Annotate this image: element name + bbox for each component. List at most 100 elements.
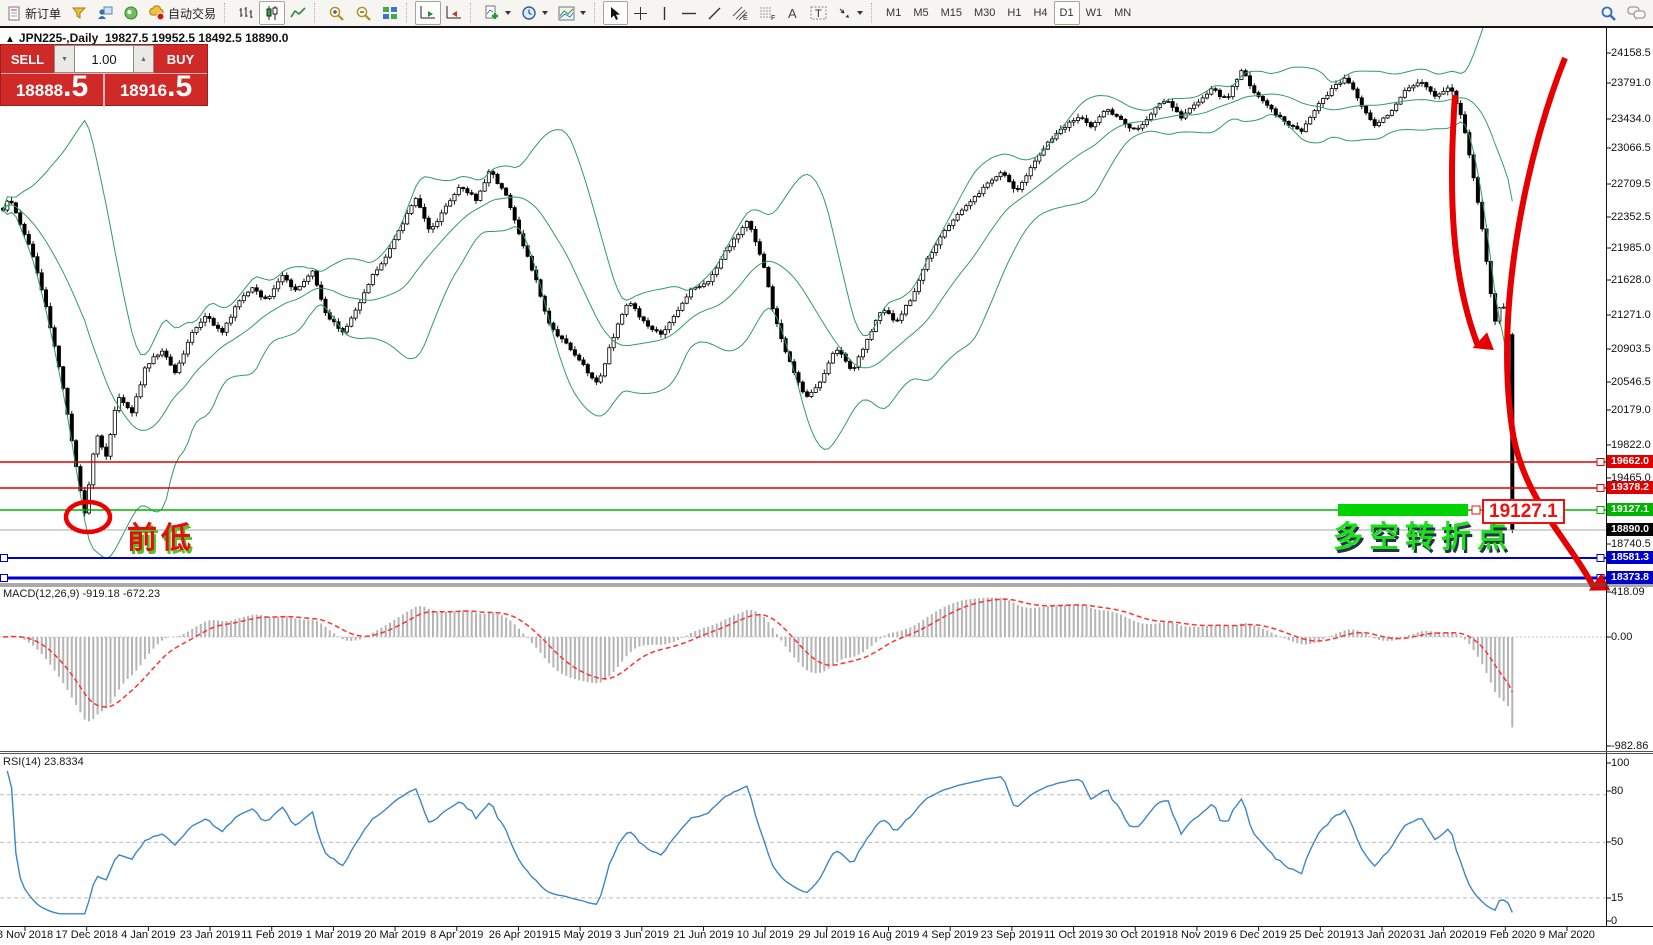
axis-tick-label: 21271.0 [1611,309,1651,321]
market-watch-button[interactable] [66,1,92,25]
zoom-out-button[interactable] [350,1,377,25]
new-order-button[interactable]: 新订单 [2,1,66,25]
tab-h1[interactable]: H1 [1001,1,1027,25]
axis-tick-label: 50 [1611,836,1623,848]
buy-price-fraction: .5 [167,74,192,100]
fibonacci-icon: F [759,5,776,21]
templates-button[interactable] [553,1,591,25]
candlestick-chart-button[interactable] [259,1,285,25]
auto-scroll-button[interactable] [415,1,441,25]
date-tick-label: 8 Apr 2019 [430,929,483,941]
axis-tick-label: 20179.0 [1611,404,1651,416]
cursor-tool-button[interactable] [603,1,628,25]
ohlc-values: 19827.5 19952.5 18492.5 18890.0 [105,31,289,45]
sell-price-main: 18888 [16,81,63,101]
bollinger-bands [3,28,1512,559]
search-icon [1600,5,1617,22]
text-label-tool-button[interactable]: T [805,1,832,25]
volume-decrease-button[interactable]: ▼ [54,45,75,73]
tab-m5[interactable]: M5 [907,1,934,25]
macd-histogram [3,598,1512,728]
date-tick-label: 9 Mar 2020 [1539,929,1595,941]
equidistant-channel-icon: E [732,5,749,21]
tab-d1[interactable]: D1 [1054,1,1080,25]
line-chart-button[interactable] [285,1,311,25]
date-tick-label: 11 Oct 2019 [1044,929,1103,941]
volume-increase-button[interactable]: ▲ [133,45,154,73]
zoom-in-icon [328,5,345,22]
volume-input[interactable]: 1.00 [75,45,133,73]
new-order-icon [7,6,22,21]
periods-caret [542,11,548,15]
buy-button[interactable]: BUY [154,45,207,73]
chat-button[interactable] [1622,1,1651,25]
macd-signal-line [3,599,1512,707]
main-toolbar: 新订单 自动交易 [0,0,1653,26]
buy-price[interactable]: 18916 .5 [105,74,207,107]
axis-tick-label: 21985.0 [1611,242,1651,254]
date-tick-label: 21 Jun 2019 [673,929,734,941]
price-chart-canvas[interactable] [0,28,1653,945]
axis-tick-label: 18740.5 [1611,538,1651,550]
new-order-label: 新订单 [25,5,61,22]
arrows-tool-button[interactable] [832,1,868,25]
sounds-icon [123,5,139,21]
arrows-caret [857,11,863,15]
trendline-tool-button[interactable] [702,1,727,25]
candlestick-chart-icon [264,5,280,21]
axis-tick-label: 24158.5 [1611,47,1651,59]
bar-chart-button[interactable] [233,1,259,25]
auto-scroll-icon [420,5,436,21]
chat-icon [1627,5,1646,21]
prev-low-annotation[interactable]: 前低 [127,513,195,557]
tab-m15[interactable]: M15 [935,1,968,25]
periods-button[interactable] [516,1,553,25]
chart-window-top-border [0,26,1653,28]
indicators-button[interactable] [479,1,516,25]
auto-trading-button[interactable]: 自动交易 [144,1,221,25]
fibonacci-tool-button[interactable]: F [754,1,781,25]
tab-w1[interactable]: W1 [1080,1,1109,25]
axis-tick-label: 20903.5 [1611,343,1651,355]
toolbar-grip [224,3,230,23]
date-tick-label: 18 Nov 2019 [1166,929,1228,941]
auto-trading-icon [149,5,165,21]
navigator-button[interactable] [92,1,118,25]
date-tick-label: 30 Oct 2019 [1105,929,1165,941]
tab-h4[interactable]: H4 [1027,1,1053,25]
tab-mn[interactable]: MN [1108,1,1137,25]
one-click-trading-panel: SELL ▼ 1.00 ▲ BUY 18888 .5 18916 .5 [0,44,208,106]
tab-m1[interactable]: M1 [880,1,907,25]
text-tool-button[interactable]: A [781,1,805,25]
tab-m30[interactable]: M30 [968,1,1001,25]
price-level-label: 19662.0 [1607,455,1653,468]
channel-tool-button[interactable]: E [727,1,754,25]
tile-windows-button[interactable] [377,1,403,25]
arrows-icon [837,6,852,21]
date-tick-label: 25 Dec 2019 [1289,929,1351,941]
zoom-in-button[interactable] [323,1,350,25]
sell-button[interactable]: SELL [1,45,54,73]
crosshair-tool-button[interactable] [628,1,653,25]
vertical-line-tool-button[interactable] [653,1,676,25]
toolbar-grip [406,3,412,23]
sounds-button[interactable] [118,1,144,25]
date-tick-label: 23 Jan 2019 [180,929,241,941]
toolbar-grip [470,3,476,23]
symbol-period-label: JPN225-,Daily [19,31,98,45]
sell-price[interactable]: 18888 .5 [1,74,103,107]
horizontal-line-tool-button[interactable] [676,1,702,25]
indicators-icon [484,5,500,21]
price-level-label: 18373.8 [1607,571,1653,584]
price-tag-label[interactable]: 19127.1 [1482,499,1565,524]
chart-shift-button[interactable] [441,1,467,25]
periods-clock-icon [521,5,537,21]
axis-tick-label: 19822.0 [1611,439,1651,451]
search-button[interactable] [1595,1,1622,25]
text-label-icon: T [810,5,827,21]
toolbar-grip [594,3,600,23]
date-tick-label: 17 Dec 2018 [55,929,117,941]
date-tick-label: 8 Nov 2018 [0,929,53,941]
axis-tick-label: 23434.0 [1611,113,1651,125]
bar-chart-icon [238,5,254,21]
